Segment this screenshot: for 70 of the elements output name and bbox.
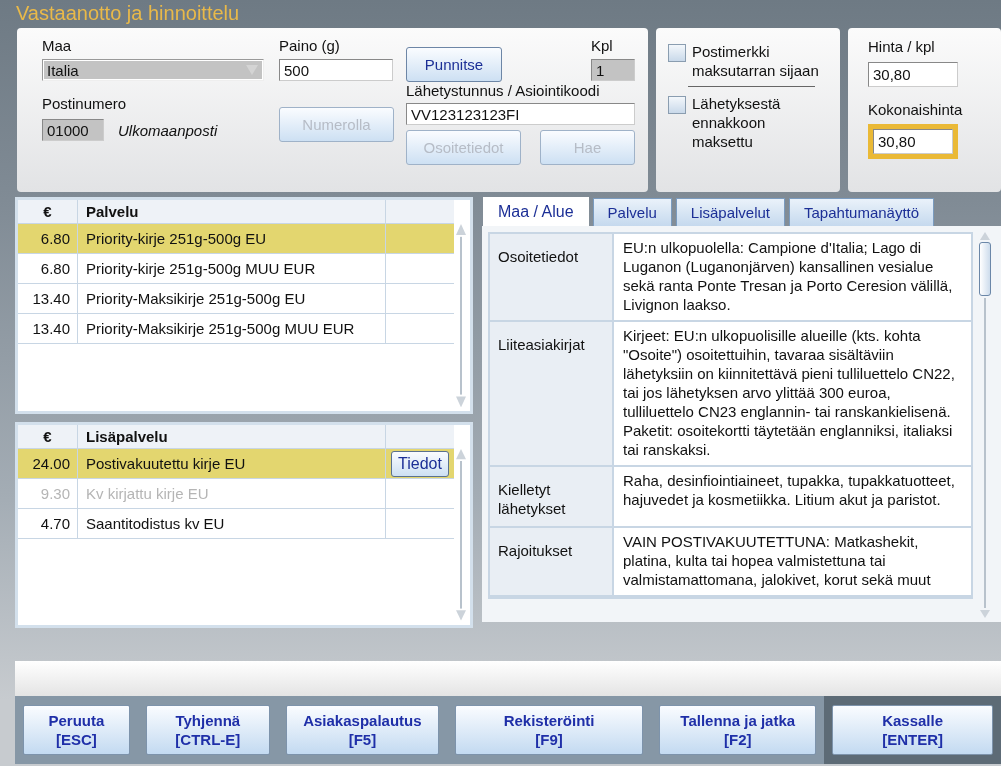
details-button[interactable]: Tiedot bbox=[391, 450, 449, 477]
price-cell: 4.70 bbox=[18, 509, 78, 539]
info-label-cell: Osoitetiedot bbox=[490, 234, 614, 320]
tab[interactable]: Lisäpalvelut bbox=[675, 198, 786, 226]
service-cell: Kv kirjattu kirje EU bbox=[78, 479, 386, 509]
table-row[interactable]: 24.00 Postivakuutettu kirje EU Tiedot bbox=[18, 449, 454, 480]
scroll-up-arrow-icon[interactable] bbox=[979, 232, 991, 240]
service-cell: Postivakuutettu kirje EU bbox=[78, 449, 386, 479]
postcode-label: Postinumero bbox=[42, 95, 128, 113]
info-label-cell: Liiteasiakirjat bbox=[490, 322, 614, 465]
column-header: Lisäpalvelu bbox=[78, 425, 386, 449]
service-cell: Priority-kirje 251g-500g EU bbox=[78, 224, 386, 253]
footer-button[interactable]: Peruuta [ESC] bbox=[23, 705, 130, 755]
column-header: € bbox=[18, 200, 78, 223]
tab[interactable]: Tapahtumanäyttö bbox=[789, 198, 935, 226]
service-cell: Priority-Maksikirje 251g-500g EU bbox=[78, 284, 386, 313]
table-row[interactable]: 4.70 Saantitodistus kv EU bbox=[18, 509, 454, 540]
footer-button[interactable]: Tallenna ja jatka [F2] bbox=[659, 705, 817, 755]
scrollbar[interactable] bbox=[455, 449, 467, 621]
tab[interactable]: Maa / Alue bbox=[483, 197, 589, 226]
column-header: Palvelu bbox=[78, 200, 386, 223]
option-label: Lähetyksestä ennakkoon maksettu bbox=[692, 94, 782, 151]
quantity-field[interactable]: 1 bbox=[591, 59, 635, 81]
table-row[interactable]: 13.40 Priority-Maksikirje 251g-500g EU bbox=[18, 284, 454, 314]
price-cell: 24.00 bbox=[18, 449, 78, 479]
service-cell: Saantitodistus kv EU bbox=[78, 509, 386, 539]
table-row[interactable]: 13.40 Priority-Maksikirje 251g-500g MUU EUR bbox=[18, 314, 454, 344]
info-text-cell: Kirjeet: EU:n ulkopuolisille alueille (kts. kohta "Osoite") osoitettuihin, tavaraa sisältäviin lähetyksiin on kiinnitettävä pieni tulliluettelo CN22, tai jos lähetyksen arvo ylittää 300 euroa, tulliluettelo CN23 englannin- tai ranskankielisenä. Paketit: osoitekortti täytetään englanniksi, italiaksi tai ranskaksi. bbox=[614, 322, 971, 465]
country-dropdown[interactable]: Italia bbox=[42, 59, 264, 81]
price-cell: 6.80 bbox=[18, 224, 78, 253]
unit-price-label: Hinta / kpl bbox=[868, 38, 935, 56]
price-cell: 13.40 bbox=[18, 284, 78, 313]
scroll-down-arrow-icon[interactable] bbox=[979, 610, 991, 618]
checkbox[interactable] bbox=[668, 96, 686, 114]
scrollbar[interactable] bbox=[455, 224, 467, 408]
checkbox[interactable] bbox=[668, 44, 686, 62]
quantity-label: Kpl bbox=[591, 37, 613, 55]
info-text-cell: Raha, desinfiointiaineet, tupakka, tupakkatuotteet, hajuvedet ja kosmetiikka. Litium akut ja paristot. bbox=[614, 467, 971, 526]
weight-field[interactable]: 500 bbox=[279, 59, 393, 81]
info-text-cell: EU:n ulkopuolella: Campione d'Italia; Lago di Luganon (Luganonjärven) kansallinen vesialue sekä ranta Ponte Tresan ja Porto Ceresion välillä, Livignon laakso. bbox=[614, 234, 971, 320]
price-cell: 6.80 bbox=[18, 254, 78, 283]
price-cell: 13.40 bbox=[18, 314, 78, 343]
weigh-button[interactable]: Punnitse bbox=[406, 47, 502, 82]
footer-button[interactable]: Kassalle [ENTER] bbox=[832, 705, 993, 755]
footer-button[interactable]: Tyhjennä [CTRL-E] bbox=[145, 705, 270, 755]
info-text-cell: VAIN POSTIVAKUUTETTUNA: Matkashekit, platina, kulta tai hopea valmistettuna tai valmistamattomana, jalokivet, korut sekä muut bbox=[614, 528, 971, 595]
unit-price-field[interactable]: 30,80 bbox=[868, 62, 958, 87]
footer-button[interactable]: Asiakaspalautus [F5] bbox=[285, 705, 439, 755]
info-label-cell: Rajoitukset bbox=[490, 528, 614, 595]
postcode-field[interactable]: 01000 bbox=[42, 119, 104, 141]
info-label-cell: Kielletyt lähetykset bbox=[490, 467, 614, 526]
total-price-field[interactable]: 30,80 bbox=[873, 129, 953, 154]
tracking-field[interactable]: VV123123123FI bbox=[406, 103, 635, 125]
postcode-area-text: Ulkomaanposti bbox=[118, 121, 218, 139]
table-row[interactable]: 6.80 Priority-kirje 251g-500g EU bbox=[18, 224, 454, 254]
tab[interactable]: Palvelu bbox=[592, 198, 672, 226]
country-label: Maa bbox=[42, 37, 73, 55]
footer-button[interactable]: Rekisteröinti [F9] bbox=[455, 705, 644, 755]
price-cell: 9.30 bbox=[18, 479, 78, 509]
scrollbar-thumb[interactable] bbox=[979, 242, 991, 296]
service-cell: Priority-Maksikirje 251g-500g MUU EUR bbox=[78, 314, 386, 343]
total-price-label: Kokonaishinta bbox=[868, 101, 963, 119]
tracking-label: Lähetystunnus / Asiointikoodi bbox=[406, 82, 601, 100]
table-row[interactable]: 6.80 Priority-kirje 251g-500g MUU EUR bbox=[18, 254, 454, 284]
column-header: € bbox=[18, 425, 78, 449]
service-cell: Priority-kirje 251g-500g MUU EUR bbox=[78, 254, 386, 283]
option-label: Postimerkki maksutarran sijaan bbox=[692, 42, 820, 80]
weight-label: Paino (g) bbox=[279, 37, 340, 55]
screen-title: Vastaanotto ja hinnoittelu bbox=[15, 1, 241, 26]
scrollbar-track[interactable] bbox=[984, 298, 986, 608]
